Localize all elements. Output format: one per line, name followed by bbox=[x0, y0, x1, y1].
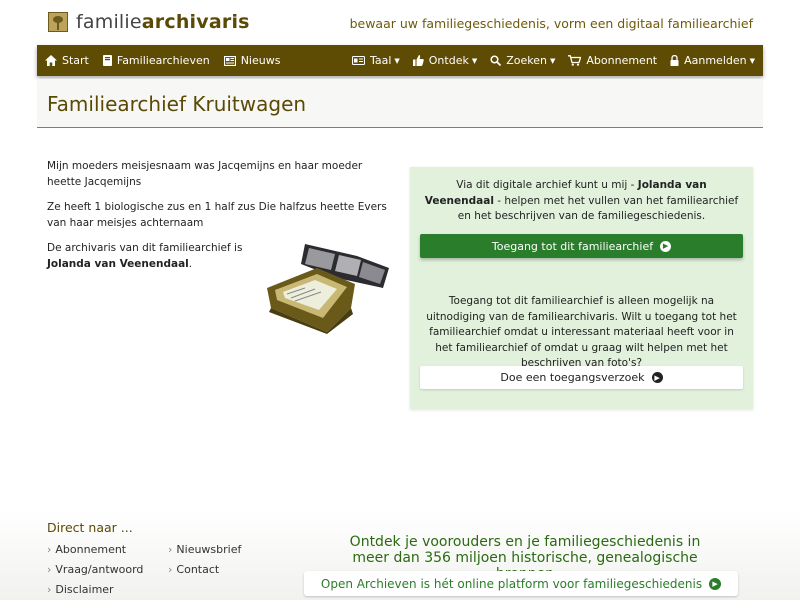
arrow-circle-right-icon: ▶ bbox=[651, 372, 663, 383]
arrow-circle-right-icon: ▶ bbox=[709, 577, 722, 590]
footer-link-disclaimer[interactable]: › Disclaimer bbox=[47, 583, 114, 596]
chevron-right-icon: › bbox=[47, 563, 52, 576]
language-icon bbox=[351, 56, 365, 65]
nav-item-label: Start bbox=[62, 54, 89, 67]
nav-item-aanmelden[interactable]: Aanmelden ▼ bbox=[670, 54, 755, 67]
book-icon bbox=[102, 55, 112, 66]
site-logo[interactable]: familiearchivaris bbox=[48, 11, 250, 33]
chevron-right-icon: › bbox=[168, 563, 173, 576]
nav-item-abonnement[interactable]: Abonnement bbox=[568, 54, 657, 67]
footer-link-abonnement[interactable]: › Abonnement bbox=[47, 543, 126, 556]
thumbs-up-icon bbox=[412, 55, 424, 66]
nav-item-label: Aanmelden bbox=[684, 54, 747, 67]
archive-box-illustration bbox=[267, 244, 389, 334]
footer: Direct naar ... › Abonnement › Vraag/antwo… bbox=[0, 510, 800, 600]
logo-text: familiearchivaris bbox=[76, 11, 250, 33]
arrow-circle-right-icon: ▶ bbox=[660, 240, 672, 252]
description-paragraph: Ze heeft 1 biologische zus en 1 half zus… bbox=[47, 201, 387, 229]
nav-item-familiearchieven[interactable]: Familiearchieven bbox=[102, 54, 210, 67]
nav-item-taal[interactable]: Taal ▼ bbox=[351, 54, 400, 67]
nav-item-start[interactable]: Start bbox=[45, 54, 89, 67]
cart-icon bbox=[568, 55, 582, 66]
newspaper-icon bbox=[223, 55, 236, 66]
panel-intro: Via dit digitale archief kunt u mij - Jo… bbox=[424, 179, 739, 222]
footer-link-vraag-antwoord[interactable]: › Vraag/antwoord bbox=[47, 563, 143, 576]
tagline: bewaar uw familiegeschiedenis, vorm een … bbox=[349, 16, 753, 31]
nav-item-label: Familiearchieven bbox=[116, 54, 210, 67]
button-label: Doe een toegangsverzoek bbox=[500, 371, 645, 384]
title-band: Familiearchief Kruitwagen bbox=[37, 79, 763, 128]
button-label: Open Archieven is hét online platform vo… bbox=[320, 576, 703, 591]
chevron-right-icon: › bbox=[47, 543, 52, 556]
caret-down-icon: ▼ bbox=[550, 56, 556, 65]
access-archive-button[interactable]: Toegang tot dit familiearchief ▶ bbox=[420, 234, 743, 258]
nav-right-group: Taal ▼ Ontdek ▼ Zoeken ▼ Abonnement Aanm… bbox=[339, 54, 755, 67]
top-header: familiearchivaris bewaar uw familiegesch… bbox=[0, 0, 800, 44]
nav-item-label: Nieuws bbox=[240, 54, 281, 67]
description-paragraph: Mijn moeders meisjesnaam was Jacqemijns … bbox=[47, 160, 363, 188]
nav-item-ontdek[interactable]: Ontdek ▼ bbox=[412, 54, 478, 67]
chevron-right-icon: › bbox=[168, 543, 173, 556]
nav-item-label: Zoeken bbox=[506, 54, 547, 67]
nav-item-label: Taal bbox=[369, 54, 392, 67]
footer-link-contact[interactable]: › Contact bbox=[168, 563, 219, 576]
caret-down-icon: ▼ bbox=[749, 56, 755, 65]
tree-logo-icon bbox=[48, 12, 68, 32]
access-panel: Via dit digitale archief kunt u mij - Jo… bbox=[410, 167, 753, 409]
caret-down-icon: ▼ bbox=[394, 56, 400, 65]
nav-item-nieuws[interactable]: Nieuws bbox=[223, 54, 281, 67]
nav-left-group: Start Familiearchieven Nieuws bbox=[45, 54, 294, 67]
home-icon bbox=[45, 55, 57, 66]
chevron-right-icon: › bbox=[47, 583, 52, 596]
nav-item-label: Abonnement bbox=[586, 54, 658, 67]
button-label: Toegang tot dit familiearchief bbox=[491, 239, 654, 253]
archivist-paragraph: De archivaris van dit familiearchief is … bbox=[47, 242, 243, 270]
lock-icon bbox=[670, 55, 679, 66]
access-request-button[interactable]: Doe een toegangsverzoek ▶ bbox=[420, 366, 743, 389]
panel-access-info: Toegang tot dit familiearchief is alleen… bbox=[426, 295, 737, 369]
nav-item-label: Ontdek bbox=[428, 54, 469, 67]
main-navbar: Start Familiearchieven Nieuws Taal ▼ Ont… bbox=[37, 45, 763, 76]
footer-link-nieuwsbrief[interactable]: › Nieuwsbrief bbox=[168, 543, 241, 556]
page-title: Familiearchief Kruitwagen bbox=[47, 92, 307, 116]
nav-item-zoeken[interactable]: Zoeken ▼ bbox=[490, 54, 555, 67]
open-archieven-button[interactable]: Open Archieven is hét online platform vo… bbox=[304, 571, 738, 596]
archivist-name: Jolanda van Veenendaal bbox=[47, 258, 189, 270]
search-icon bbox=[490, 55, 502, 66]
footer-title: Direct naar ... bbox=[47, 520, 133, 535]
caret-down-icon: ▼ bbox=[471, 56, 478, 65]
